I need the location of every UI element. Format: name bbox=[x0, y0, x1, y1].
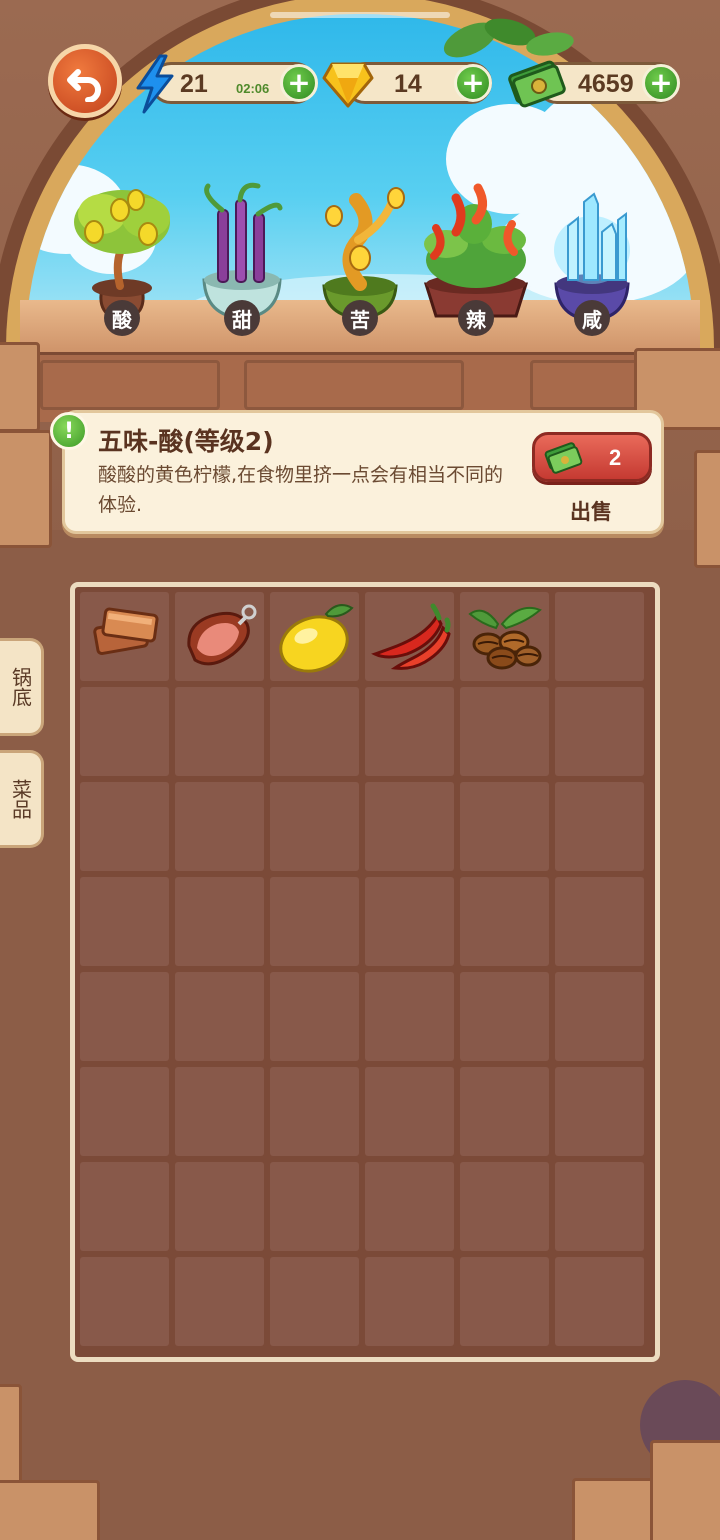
inventory-slot[interactable] bbox=[270, 592, 359, 681]
inventory-slot[interactable] bbox=[175, 1067, 264, 1156]
counter-panel bbox=[40, 360, 220, 410]
lemon-icon bbox=[279, 604, 354, 673]
inventory-slot[interactable] bbox=[80, 972, 169, 1061]
inventory-slot[interactable] bbox=[175, 592, 264, 681]
plant-sweet[interactable]: 甜 bbox=[182, 180, 302, 340]
inventory-slot[interactable] bbox=[175, 877, 264, 966]
inventory-slot[interactable] bbox=[365, 592, 454, 681]
plus-icon: + bbox=[649, 66, 673, 99]
inventory-slot[interactable] bbox=[80, 1257, 169, 1346]
cash-value: 4659 bbox=[578, 70, 634, 98]
inventory-slot[interactable] bbox=[365, 877, 454, 966]
inventory-slot[interactable] bbox=[460, 1067, 549, 1156]
inventory-slot[interactable] bbox=[270, 782, 359, 871]
status-notch bbox=[270, 12, 450, 18]
plus-icon: + bbox=[461, 66, 485, 99]
inventory-slot[interactable] bbox=[555, 782, 644, 871]
inventory-slot[interactable] bbox=[555, 1067, 644, 1156]
game-scene: 21 02:06 + 14 + 4659 + 酸 甜 苦 辣 咸 ! 五味-酸(… bbox=[0, 0, 720, 1540]
inventory-slot[interactable] bbox=[365, 1067, 454, 1156]
crate-decoration bbox=[0, 430, 52, 548]
gem-icon bbox=[322, 62, 374, 108]
plant-label: 咸 bbox=[574, 300, 610, 336]
tab-label: 菜品 bbox=[8, 779, 33, 819]
inventory-slot[interactable] bbox=[80, 592, 169, 681]
inventory-slot[interactable] bbox=[555, 592, 644, 681]
red-chili-icon bbox=[371, 603, 451, 670]
inventory-slot[interactable] bbox=[365, 782, 454, 871]
cash-icon bbox=[508, 60, 566, 108]
inventory-slot[interactable] bbox=[80, 782, 169, 871]
inventory-slot[interactable] bbox=[270, 1067, 359, 1156]
inventory-slot[interactable] bbox=[365, 1257, 454, 1346]
sell-price: 2 bbox=[609, 445, 622, 470]
inventory-slot[interactable] bbox=[175, 687, 264, 776]
plant-label: 甜 bbox=[224, 300, 260, 336]
inventory-slot[interactable] bbox=[80, 877, 169, 966]
crate-decoration bbox=[650, 1440, 720, 1540]
back-button[interactable] bbox=[48, 44, 122, 118]
info-badge-icon: ! bbox=[50, 412, 88, 450]
energy-timer: 02:06 bbox=[236, 81, 270, 96]
sell-label: 出售 bbox=[570, 500, 612, 524]
plant-label: 苦 bbox=[342, 300, 378, 336]
plant-bitter[interactable]: 苦 bbox=[300, 180, 420, 340]
inventory-slot[interactable] bbox=[460, 782, 549, 871]
inventory-slot[interactable] bbox=[270, 687, 359, 776]
inventory-slot[interactable] bbox=[80, 1067, 169, 1156]
plant-label: 酸 bbox=[104, 300, 140, 336]
energy-value: 21 bbox=[180, 70, 208, 98]
inventory-slot[interactable] bbox=[270, 877, 359, 966]
inventory-slot[interactable] bbox=[175, 1257, 264, 1346]
inventory-slot[interactable] bbox=[365, 687, 454, 776]
crate-decoration bbox=[0, 1480, 100, 1540]
item-description: 酸酸的黄色柠檬,在食物里挤一点会有相当不同的体验. bbox=[98, 464, 504, 516]
inventory-slot[interactable] bbox=[270, 972, 359, 1061]
inventory-slot[interactable] bbox=[555, 687, 644, 776]
add-cash-button[interactable]: + bbox=[642, 64, 680, 102]
inventory-grid bbox=[80, 592, 652, 1356]
counter-panel bbox=[244, 360, 464, 410]
crate-decoration bbox=[694, 450, 720, 568]
inventory-slot[interactable] bbox=[460, 972, 549, 1061]
plant-sour[interactable]: 酸 bbox=[62, 180, 182, 340]
ham-leg-icon bbox=[187, 604, 257, 666]
inventory-slot[interactable] bbox=[80, 687, 169, 776]
inventory-slot[interactable] bbox=[460, 687, 549, 776]
add-energy-button[interactable]: + bbox=[280, 64, 318, 102]
inventory-slot[interactable] bbox=[365, 1162, 454, 1251]
inventory-slot[interactable] bbox=[175, 782, 264, 871]
tab-dishes[interactable]: 菜品 bbox=[0, 750, 44, 848]
plus-icon: + bbox=[287, 66, 311, 99]
inventory-slot[interactable] bbox=[175, 1162, 264, 1251]
coffee-beans-icon bbox=[468, 606, 542, 670]
tofu-block-icon bbox=[93, 607, 159, 656]
inventory-slot[interactable] bbox=[555, 1257, 644, 1346]
plant-spicy[interactable]: 辣 bbox=[416, 180, 536, 340]
inventory-slot[interactable] bbox=[460, 1257, 549, 1346]
tab-pot-base[interactable]: 锅底 bbox=[0, 638, 44, 736]
inventory-slot[interactable] bbox=[460, 592, 549, 681]
tab-label: 锅底 bbox=[8, 667, 33, 707]
inventory-slot[interactable] bbox=[460, 1162, 549, 1251]
inventory-slot[interactable] bbox=[460, 877, 549, 966]
plant-label: 辣 bbox=[458, 300, 494, 336]
back-arrow-icon bbox=[67, 69, 101, 102]
cash-icon bbox=[544, 442, 583, 474]
inventory-slot[interactable] bbox=[555, 1162, 644, 1251]
inventory-slot[interactable] bbox=[270, 1162, 359, 1251]
inventory-slot[interactable] bbox=[175, 972, 264, 1061]
inventory-slot[interactable] bbox=[555, 877, 644, 966]
sell-button[interactable]: 2 bbox=[532, 432, 652, 482]
gem-value: 14 bbox=[394, 70, 422, 98]
item-title: 五味-酸(等级2) bbox=[98, 427, 274, 456]
plant-salty[interactable]: 咸 bbox=[532, 180, 652, 340]
inventory-slot[interactable] bbox=[80, 1162, 169, 1251]
crate-decoration bbox=[0, 342, 40, 432]
add-gems-button[interactable]: + bbox=[454, 64, 492, 102]
inventory-slot[interactable] bbox=[270, 1257, 359, 1346]
lightning-icon bbox=[136, 54, 174, 114]
inventory-slot[interactable] bbox=[365, 972, 454, 1061]
inventory-slot[interactable] bbox=[555, 972, 644, 1061]
